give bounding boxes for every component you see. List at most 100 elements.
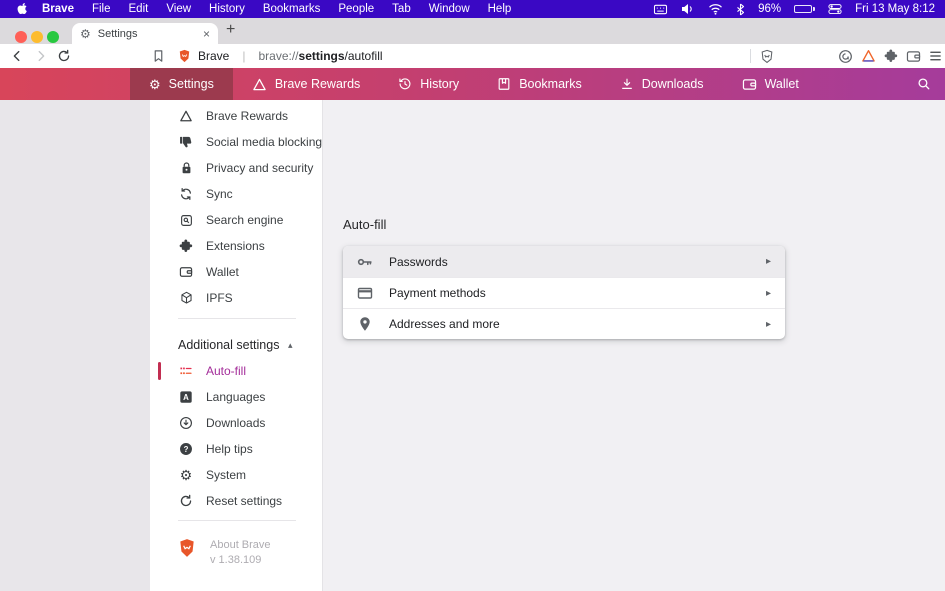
sidebar-divider <box>178 520 296 521</box>
row-addresses-and-more[interactable]: Addresses and more ▸ <box>343 308 785 339</box>
about-brave[interactable]: About Brave v 1.38.109 <box>178 538 271 568</box>
nav-tab-history[interactable]: History <box>379 68 478 100</box>
forward-button[interactable] <box>34 48 48 64</box>
sidebar-item-help-tips[interactable]: ? Help tips <box>150 436 322 462</box>
menu-app-name[interactable]: Brave <box>33 3 83 15</box>
window-close-button[interactable] <box>15 31 27 43</box>
control-center-icon[interactable] <box>828 3 842 15</box>
volume-icon[interactable] <box>681 3 695 15</box>
svg-text:?: ? <box>184 445 189 454</box>
row-passwords[interactable]: Passwords ▸ <box>343 246 785 277</box>
menu-tab[interactable]: Tab <box>383 3 420 15</box>
location-pin-icon <box>357 316 373 332</box>
about-brave-label[interactable]: About Brave <box>210 539 271 551</box>
autofill-list-icon <box>178 363 194 379</box>
url-text[interactable]: brave://settings/autofill <box>258 49 382 63</box>
sidebar-item-downloads[interactable]: Downloads <box>150 410 322 436</box>
left-gutter <box>0 100 150 591</box>
additional-settings-header[interactable]: Additional settings ▴ <box>150 332 322 358</box>
nav-tab-wallet[interactable]: Wallet <box>723 68 818 100</box>
browser-menu-icon[interactable] <box>929 48 942 64</box>
bookmarks-book-icon <box>497 77 511 91</box>
search-box-icon <box>178 212 194 228</box>
apple-menu-icon[interactable] <box>10 3 33 16</box>
sidebar-divider <box>178 318 296 319</box>
window-zoom-button[interactable] <box>47 31 59 43</box>
tab-close-icon[interactable]: × <box>203 28 210 40</box>
wallet-toolbar-icon[interactable] <box>906 48 921 64</box>
svg-text:A: A <box>183 393 189 402</box>
macos-menu-bar: Brave File Edit View History Bookmarks P… <box>0 0 945 18</box>
sidebar-item-search-engine[interactable]: Search engine <box>150 207 322 233</box>
sidebar-item-sync[interactable]: Sync <box>150 181 322 207</box>
sidebar-item-system[interactable]: ⚙ System <box>150 462 322 488</box>
menu-window[interactable]: Window <box>420 3 479 15</box>
address-bar[interactable]: Brave | brave://settings/autofill <box>178 48 383 64</box>
url-scheme: brave:// <box>258 49 298 63</box>
credit-card-icon <box>357 285 373 301</box>
toolbar-divider <box>750 49 751 63</box>
reload-button[interactable] <box>57 48 71 64</box>
battery-percent: 96% <box>758 3 781 15</box>
bluetooth-icon[interactable] <box>736 3 745 16</box>
sidebar-item-wallet[interactable]: Wallet <box>150 259 322 285</box>
bookmark-icon[interactable] <box>152 48 165 64</box>
chevron-right-icon: ▸ <box>766 256 771 267</box>
sidebar-item-brave-rewards[interactable]: Brave Rewards <box>150 103 322 129</box>
new-tab-button[interactable]: + <box>226 21 235 39</box>
tab-strip: ⚙ Settings × + <box>0 18 945 44</box>
nav-label: Downloads <box>642 77 704 91</box>
brave-rewards-triangle-icon[interactable] <box>861 48 876 64</box>
translate-icon: A <box>178 389 194 405</box>
nav-tab-downloads[interactable]: Downloads <box>601 68 723 100</box>
menu-history[interactable]: History <box>200 3 254 15</box>
settings-search-icon[interactable] <box>917 77 931 91</box>
brave-logo-icon <box>178 538 196 558</box>
extensions-puzzle-icon[interactable] <box>884 48 898 64</box>
sidebar-item-auto-fill[interactable]: Auto-fill <box>150 358 322 384</box>
menu-edit[interactable]: Edit <box>120 3 158 15</box>
nav-tab-settings[interactable]: ⚙ Settings <box>130 68 233 100</box>
settings-gear-icon: ⚙ <box>149 78 161 91</box>
sidebar-item-privacy-and-security[interactable]: Privacy and security <box>150 155 322 181</box>
wifi-icon[interactable] <box>708 3 723 15</box>
sidebar-item-extensions[interactable]: Extensions <box>150 233 322 259</box>
nav-tab-bookmarks[interactable]: Bookmarks <box>478 68 601 100</box>
row-payment-methods[interactable]: Payment methods ▸ <box>343 277 785 308</box>
tab-favicon-gear-icon: ⚙ <box>80 28 91 40</box>
keyboard-icon[interactable] <box>653 3 668 16</box>
tab-settings[interactable]: ⚙ Settings × <box>72 23 218 44</box>
collapse-caret-icon[interactable]: ▴ <box>288 340 293 351</box>
sidebar-toggle-icon[interactable] <box>838 48 853 64</box>
window-minimize-button[interactable] <box>31 31 43 43</box>
gear-icon: ⚙ <box>178 467 194 483</box>
sidebar-item-ipfs[interactable]: IPFS <box>150 285 322 311</box>
back-button[interactable] <box>10 48 24 64</box>
url-separator: | <box>236 49 251 63</box>
download-icon <box>620 77 634 91</box>
menu-help[interactable]: Help <box>479 3 521 15</box>
menubar-clock[interactable]: Fri 13 May 8:12 <box>855 3 935 15</box>
key-icon <box>357 254 373 270</box>
url-host: settings <box>299 49 345 63</box>
browser-toolbar: Brave | brave://settings/autofill <box>0 44 945 68</box>
chevron-right-icon: ▸ <box>766 288 771 299</box>
nav-tab-brave-rewards[interactable]: Brave Rewards <box>233 68 379 100</box>
sidebar-item-social-media-blocking[interactable]: Social media blocking <box>150 129 322 155</box>
sidebar-item-reset-settings[interactable]: Reset settings <box>150 488 322 514</box>
battery-icon[interactable] <box>794 5 815 13</box>
sync-icon <box>178 186 194 202</box>
thumbs-down-icon <box>178 134 194 150</box>
nav-label: Brave Rewards <box>275 77 360 91</box>
site-brand-label: Brave <box>198 49 229 63</box>
puzzle-icon <box>178 238 194 254</box>
menu-file[interactable]: File <box>83 3 120 15</box>
shields-icon[interactable] <box>760 48 774 64</box>
selected-indicator-bar <box>158 362 161 380</box>
download-circle-icon <box>178 415 194 431</box>
sidebar-item-languages[interactable]: A Languages <box>150 384 322 410</box>
settings-nav-bar: ⚙ Settings Brave Rewards History Bookmar… <box>0 68 945 100</box>
menu-view[interactable]: View <box>157 3 200 15</box>
menu-bookmarks[interactable]: Bookmarks <box>254 3 330 15</box>
menu-people[interactable]: People <box>329 3 383 15</box>
